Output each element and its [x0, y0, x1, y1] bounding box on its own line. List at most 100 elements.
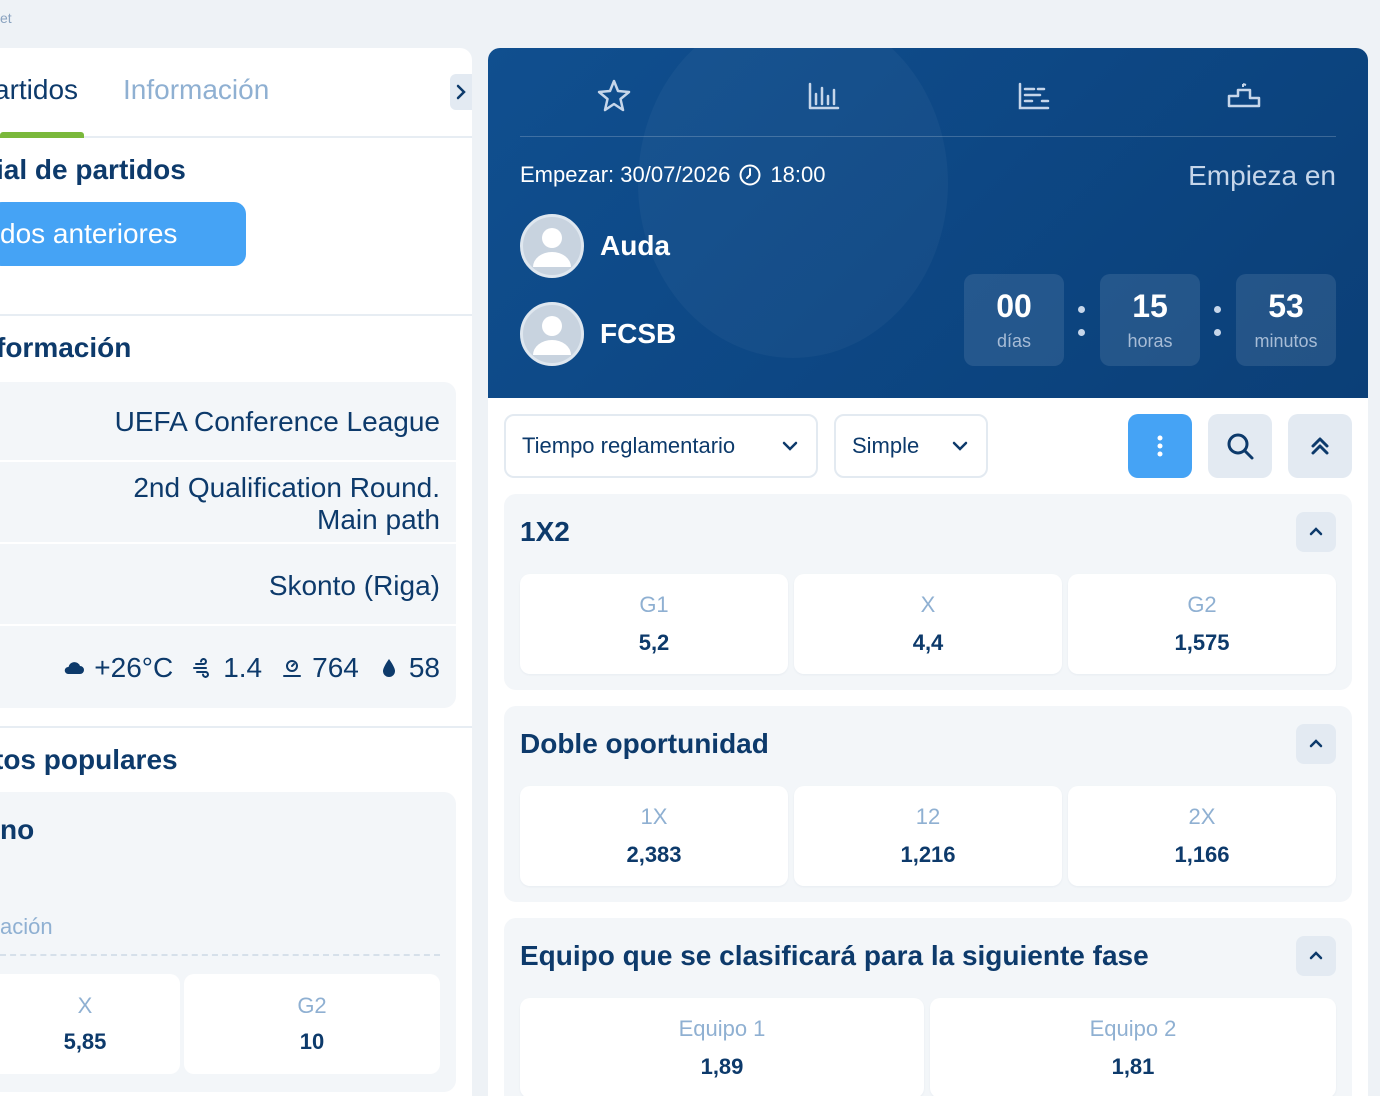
info-title: formación — [0, 332, 132, 363]
countdown-separator — [1077, 306, 1085, 336]
active-tab-indicator — [0, 132, 84, 138]
tab-informacion[interactable]: Información — [123, 74, 269, 106]
odd-value: 5,85 — [63, 1029, 107, 1054]
countdown-unit: minutos — [1254, 331, 1318, 351]
collapse-all-button[interactable] — [1288, 414, 1352, 478]
double-chevron-up-icon — [1311, 437, 1329, 455]
countdown-value: 53 — [1268, 288, 1304, 324]
market-qualify: Equipo que se clasificará para la siguie… — [504, 918, 1352, 1096]
odd-button[interactable]: G2 1,575 — [1068, 574, 1336, 674]
odd-value: 1,216 — [900, 842, 956, 867]
odd-button[interactable]: 2X 1,166 — [1068, 786, 1336, 886]
market-collapse-button[interactable] — [1296, 936, 1336, 976]
countdown-value: 15 — [1132, 288, 1168, 324]
chevron-up-icon — [1309, 527, 1323, 536]
clock-icon — [739, 164, 761, 186]
team-home[interactable]: Auda — [520, 214, 670, 278]
stadium-name: Skonto (Riga) — [268, 570, 440, 601]
lineup-button[interactable] — [1014, 76, 1054, 116]
team-home-name: Auda — [600, 230, 670, 261]
odd-label: X — [920, 592, 936, 617]
odd-label: G1 — [639, 592, 669, 617]
market-collapse-button[interactable] — [1296, 512, 1336, 552]
market-title: Equipo que se clasificará para la siguie… — [520, 940, 1149, 971]
divider — [0, 624, 456, 626]
more-vertical-icon — [1157, 435, 1163, 457]
left-panel: artidos Información ial de partidos dos … — [0, 48, 472, 1096]
market-title: 1X2 — [520, 516, 570, 547]
chevron-up-icon — [1309, 739, 1323, 748]
odd-button[interactable]: Equipo 1 1,89 — [520, 998, 924, 1096]
statistics-button[interactable] — [804, 76, 844, 116]
market-collapse-button[interactable] — [1296, 724, 1336, 764]
countdown-minutes: 53 minutos — [1236, 274, 1336, 366]
odd-label: G2 — [1187, 592, 1217, 617]
chevron-right-icon — [456, 84, 466, 100]
odd-button[interactable]: G1 5,2 — [520, 574, 788, 674]
market-double-chance: Doble oportunidad 1X 2,383 12 1,216 2X 1… — [504, 706, 1352, 902]
chevron-down-icon — [782, 441, 798, 451]
standings-button[interactable] — [1224, 76, 1264, 116]
odd-button[interactable]: 12 1,216 — [794, 786, 1062, 886]
humidity-icon — [382, 659, 395, 677]
round-line1: 2nd Qualification Round. — [133, 472, 440, 503]
chevron-up-icon — [1309, 951, 1323, 960]
countdown-hours: 15 horas — [1100, 274, 1200, 366]
weather-info: +26°C 1.4 764 58 — [62, 652, 440, 684]
period-select-value: Tiempo reglamentario — [522, 433, 736, 458]
popular-title: tos populares — [0, 744, 178, 775]
popular-market-name: no — [0, 814, 35, 845]
odd-value: 10 — [299, 1029, 325, 1054]
period-select[interactable]: Tiempo reglamentario — [504, 414, 818, 478]
odd-label: G2 — [297, 993, 327, 1018]
divider — [0, 726, 472, 728]
match-panel: Empezar: 30/07/2026 18:00 Empieza en Aud… — [488, 48, 1368, 1096]
odd-value: 1,81 — [1111, 1054, 1155, 1079]
odd-value: 4,4 — [912, 630, 944, 655]
history-title: ial de partidos — [0, 154, 186, 185]
tab-partidos[interactable]: artidos — [0, 74, 78, 106]
odd-value: 5,2 — [638, 630, 670, 655]
countdown-separator — [1213, 306, 1221, 336]
user-icon — [533, 316, 571, 355]
divider — [0, 314, 472, 316]
breadcrumb[interactable]: et — [0, 10, 12, 26]
market-1x2: 1X2 G1 5,2 X 4,4 G2 1,575 — [504, 494, 1352, 690]
odd-label: 12 — [915, 804, 941, 829]
odd-button[interactable]: 1X 2,383 — [520, 786, 788, 886]
more-options-button[interactable] — [1128, 414, 1192, 478]
odd-button[interactable]: G2 10 — [184, 974, 440, 1074]
odd-button[interactable]: Equipo 2 1,81 — [930, 998, 1336, 1096]
odd-label: Equipo 1 — [678, 1016, 766, 1041]
star-icon — [597, 79, 631, 112]
odd-button[interactable]: X 4,4 — [794, 574, 1062, 674]
market-title: Doble oportunidad — [520, 728, 769, 759]
team-away[interactable]: FCSB — [520, 302, 676, 366]
dashed-divider — [0, 954, 440, 956]
popular-market-card: no ación X 5,85 G2 10 — [0, 792, 456, 1092]
odd-value: 1,166 — [1174, 842, 1230, 867]
pressure: 764 — [312, 652, 359, 683]
divider — [0, 542, 456, 544]
odd-label: X — [77, 993, 93, 1018]
odd-label: Equipo 2 — [1089, 1016, 1177, 1041]
round-line2: Main path — [317, 504, 440, 535]
humidity: 58 — [408, 652, 440, 683]
hero-divider — [520, 136, 1336, 137]
match-info-card: UEFA Conference League 2nd Qualification… — [0, 382, 456, 708]
favorite-button[interactable] — [594, 76, 634, 116]
user-icon — [533, 228, 571, 267]
odd-button[interactable]: X 5,85 — [0, 974, 180, 1074]
wind-speed: 1.4 — [223, 652, 263, 683]
match-start: Empezar: 30/07/2026 18:00 — [520, 162, 825, 188]
start-time: 18:00 — [770, 162, 826, 187]
podium-icon — [1227, 83, 1261, 108]
search-button[interactable] — [1208, 414, 1272, 478]
bet-type-select[interactable]: Simple — [834, 414, 988, 478]
starts-in-label: Empieza en — [1188, 160, 1336, 191]
odd-value: 1,575 — [1174, 630, 1230, 655]
countdown-unit: días — [996, 331, 1032, 351]
previous-matches-button[interactable]: dos anteriores — [0, 202, 246, 266]
collapse-panel-button[interactable] — [450, 74, 472, 110]
odd-value: 2,383 — [626, 842, 682, 867]
